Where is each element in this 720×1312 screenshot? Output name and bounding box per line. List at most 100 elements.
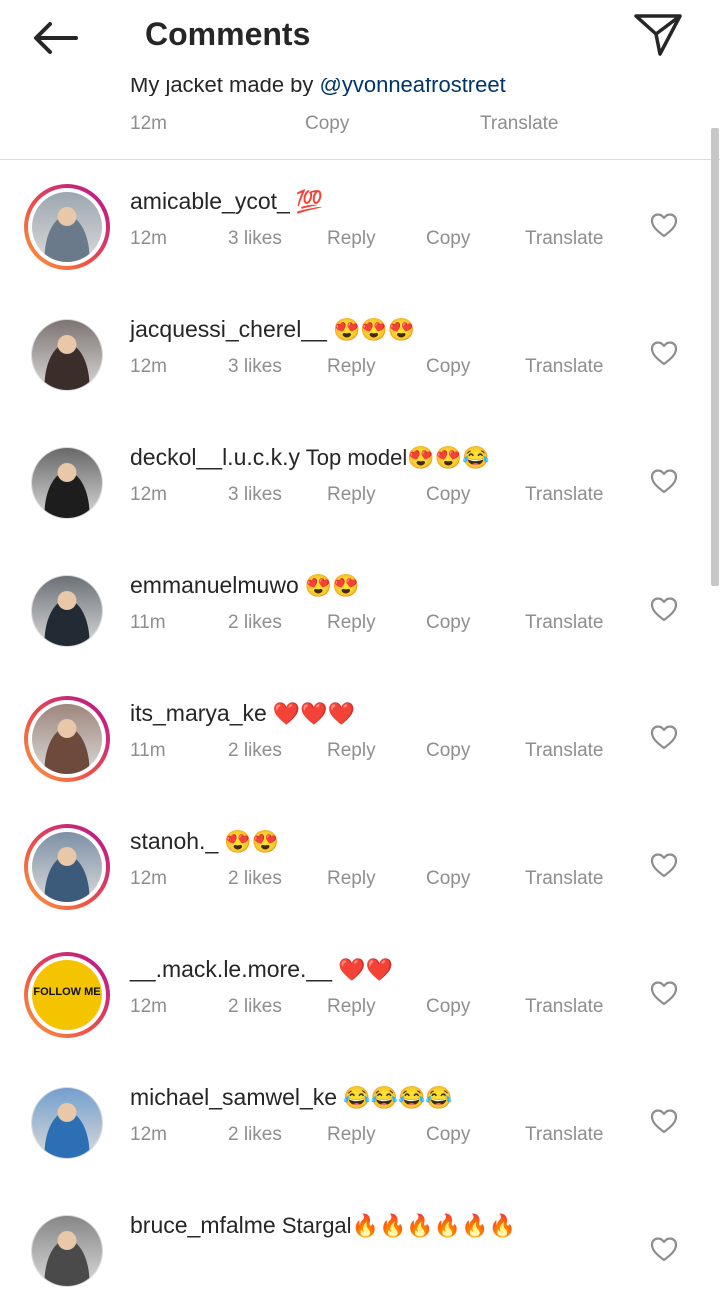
- like-heart-icon[interactable]: [650, 468, 678, 494]
- comment-time: 12m: [130, 868, 167, 889]
- avatar[interactable]: [24, 1208, 110, 1294]
- comment-text: __.mack.le.more.__ ❤️❤️: [130, 956, 393, 983]
- reply-button[interactable]: Reply: [327, 484, 376, 506]
- comment-row: amicable_ycot_ 💯 12m 3 likes Reply Copy Trans…: [0, 160, 705, 288]
- reply-button[interactable]: Reply: [327, 868, 376, 890]
- translate-button[interactable]: Translate: [525, 996, 604, 1018]
- comment-row: deckol__l.u.c.k.y Top model😍😍😂 12m 3 likes…: [0, 416, 705, 544]
- comment-time: 12m: [130, 996, 167, 1017]
- comment-body: Top model😍😍😂: [300, 445, 490, 470]
- translate-button[interactable]: Translate: [525, 868, 604, 890]
- comment-body: 😍😍: [218, 829, 280, 854]
- comment-username[interactable]: emmanuelmuwo: [130, 572, 299, 598]
- reply-button[interactable]: Reply: [327, 612, 376, 634]
- avatar[interactable]: [24, 696, 110, 782]
- reply-button[interactable]: Reply: [327, 228, 376, 250]
- back-arrow-icon[interactable]: [28, 16, 84, 60]
- copy-button[interactable]: Copy: [426, 612, 470, 634]
- copy-button[interactable]: Copy: [426, 1124, 470, 1146]
- comment-time: 11m: [130, 612, 166, 633]
- comment-text: amicable_ycot_ 💯: [130, 188, 323, 215]
- comment-time: 12m: [130, 228, 167, 249]
- comment-likes[interactable]: 3 likes: [228, 484, 282, 506]
- avatar-image: [32, 1216, 102, 1286]
- copy-button[interactable]: Copy: [426, 996, 470, 1018]
- avatar[interactable]: [24, 824, 110, 910]
- copy-button[interactable]: Copy: [426, 484, 470, 506]
- comment-likes[interactable]: 2 likes: [228, 612, 282, 634]
- avatar-image: [32, 832, 102, 902]
- comment-username[interactable]: bruce_mfalme: [130, 1212, 276, 1238]
- comment-body: ❤️❤️❤️: [266, 701, 356, 726]
- copy-button[interactable]: Copy: [426, 740, 470, 762]
- caption-time: 12m: [130, 113, 167, 134]
- like-heart-icon[interactable]: [650, 724, 678, 750]
- avatar[interactable]: [24, 440, 110, 526]
- comment-row: emmanuelmuwo 😍😍 11m 2 likes Reply Copy Transl…: [0, 544, 705, 672]
- comment-likes[interactable]: 2 likes: [228, 740, 282, 762]
- comment-likes[interactable]: 2 likes: [228, 868, 282, 890]
- translate-button[interactable]: Translate: [525, 356, 604, 378]
- comment-text: bruce_mfalme Stargal🔥🔥🔥🔥🔥🔥: [130, 1212, 516, 1239]
- comment-body: ❤️❤️: [331, 957, 393, 982]
- copy-button[interactable]: Copy: [426, 868, 470, 890]
- comment-username[interactable]: deckol__l.u.c.k.y: [130, 444, 300, 470]
- comment-body: Stargal🔥🔥🔥🔥🔥🔥: [275, 1213, 516, 1238]
- caption-translate-button[interactable]: Translate: [480, 113, 559, 135]
- avatar-image: [32, 1088, 102, 1158]
- comment-username[interactable]: its_marya_ke: [130, 700, 267, 726]
- comment-text: deckol__l.u.c.k.y Top model😍😍😂: [130, 444, 489, 471]
- avatar-image: [32, 192, 102, 262]
- comment-text: stanoh._ 😍😍: [130, 828, 279, 855]
- comment-body: 😍😍: [298, 573, 360, 598]
- avatar[interactable]: FOLLOW ME: [24, 952, 110, 1038]
- top-bar: Comments: [0, 0, 720, 78]
- like-heart-icon[interactable]: [650, 1236, 678, 1262]
- comment-row: FOLLOW ME __.mack.le.more.__ ❤️❤️ 12m 2 lik…: [0, 928, 705, 1056]
- translate-button[interactable]: Translate: [525, 1124, 604, 1146]
- avatar-image: FOLLOW ME: [32, 960, 102, 1030]
- comment-time: 11m: [130, 740, 166, 761]
- comment-likes[interactable]: 3 likes: [228, 228, 282, 250]
- avatar[interactable]: [24, 312, 110, 398]
- translate-button[interactable]: Translate: [525, 612, 604, 634]
- translate-button[interactable]: Translate: [525, 740, 604, 762]
- scrollbar[interactable]: [711, 128, 719, 586]
- copy-button[interactable]: Copy: [426, 356, 470, 378]
- comment-row: jacquessi_cherel__ 😍😍😍 12m 3 likes Reply Cop…: [0, 288, 705, 416]
- copy-button[interactable]: Copy: [426, 228, 470, 250]
- comment-username[interactable]: jacquessi_cherel__: [130, 316, 327, 342]
- comment-username[interactable]: stanoh._: [130, 828, 218, 854]
- comment-time: 12m: [130, 484, 167, 505]
- like-heart-icon[interactable]: [650, 852, 678, 878]
- like-heart-icon[interactable]: [650, 1108, 678, 1134]
- comment-likes[interactable]: 3 likes: [228, 356, 282, 378]
- avatar[interactable]: [24, 1080, 110, 1166]
- comment-row: bruce_mfalme Stargal🔥🔥🔥🔥🔥🔥: [0, 1184, 705, 1312]
- comment-row: its_marya_ke ❤️❤️❤️ 11m 2 likes Reply Copy Tr…: [0, 672, 705, 800]
- like-heart-icon[interactable]: [650, 596, 678, 622]
- comment-username[interactable]: michael_samwel_ke: [130, 1084, 337, 1110]
- translate-button[interactable]: Translate: [525, 228, 604, 250]
- comment-likes[interactable]: 2 likes: [228, 1124, 282, 1146]
- reply-button[interactable]: Reply: [327, 996, 376, 1018]
- direct-send-icon[interactable]: [630, 12, 686, 56]
- like-heart-icon[interactable]: [650, 340, 678, 366]
- avatar[interactable]: [24, 568, 110, 654]
- comment-username[interactable]: amicable_ycot_: [130, 188, 290, 214]
- translate-button[interactable]: Translate: [525, 484, 604, 506]
- like-heart-icon[interactable]: [650, 212, 678, 238]
- comment-time: 12m: [130, 1124, 167, 1145]
- reply-button[interactable]: Reply: [327, 1124, 376, 1146]
- avatar-image: [32, 320, 102, 390]
- caption-copy-button[interactable]: Copy: [305, 113, 349, 135]
- comment-likes[interactable]: 2 likes: [228, 996, 282, 1018]
- reply-button[interactable]: Reply: [327, 740, 376, 762]
- avatar[interactable]: [24, 184, 110, 270]
- comment-username[interactable]: __.mack.le.more.__: [130, 956, 332, 982]
- comment-body: 😂😂😂😂: [337, 1085, 453, 1110]
- like-heart-icon[interactable]: [650, 980, 678, 1006]
- reply-button[interactable]: Reply: [327, 356, 376, 378]
- comment-row: stanoh._ 😍😍 12m 2 likes Reply Copy Translate: [0, 800, 705, 928]
- avatar-text: FOLLOW ME: [33, 986, 101, 998]
